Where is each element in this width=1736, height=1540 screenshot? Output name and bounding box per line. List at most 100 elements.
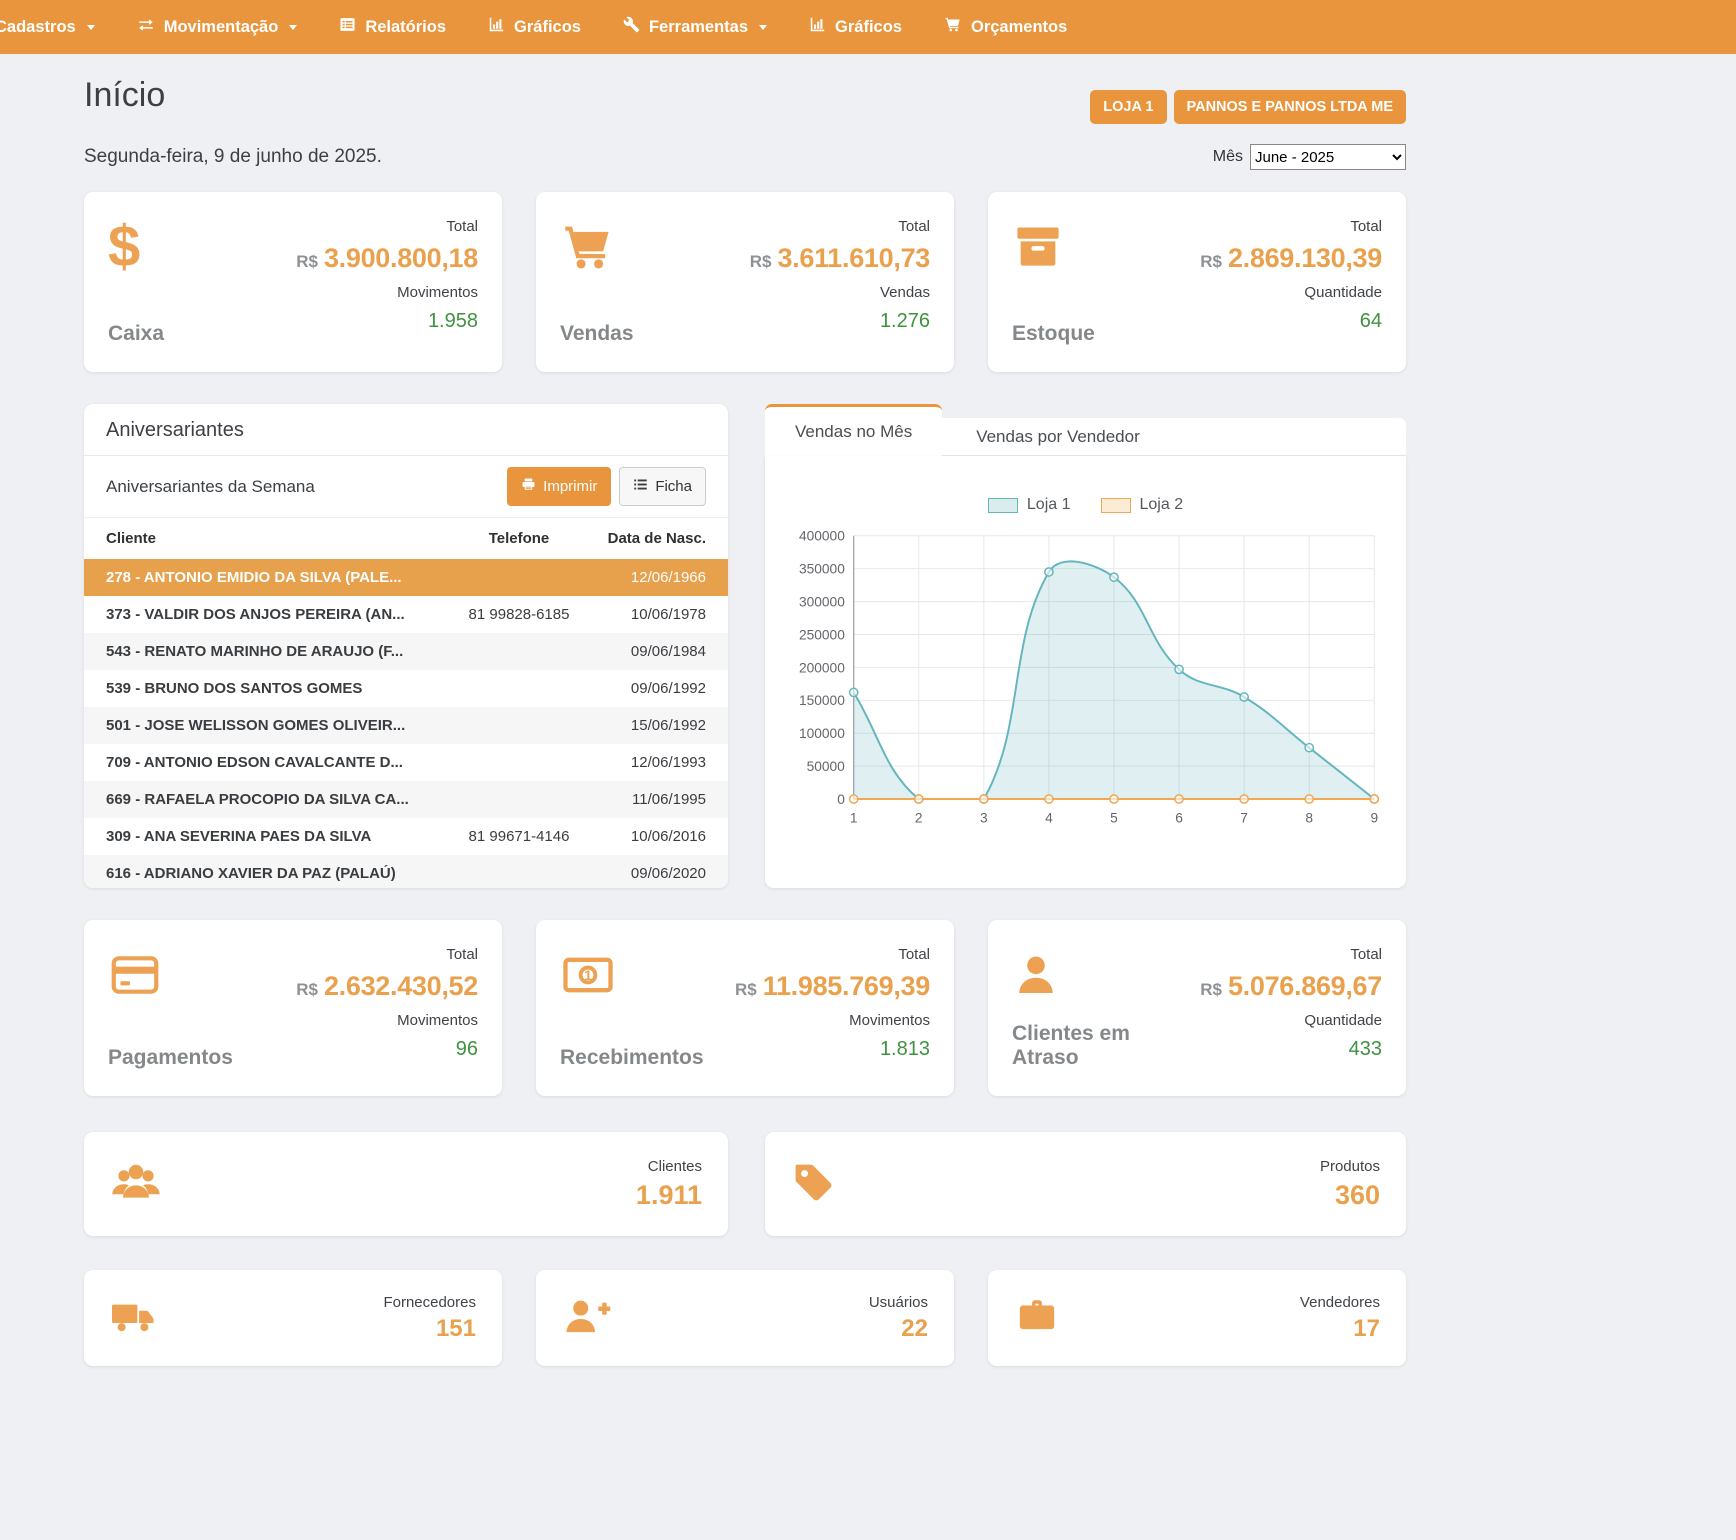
company-button[interactable]: PANNOS E PANNOS LTDA ME [1174,90,1407,124]
clientes-atraso-count: 433 [1200,1038,1382,1061]
recebimentos-count: 1.813 [735,1038,930,1061]
row-nasc: 15/06/1992 [594,717,706,734]
nav-item-orcamentos[interactable]: Orçamentos [923,0,1088,54]
row-nasc: 11/06/1995 [594,791,706,808]
recebimentos-label: Recebimentos [560,1046,704,1070]
row-cliente: 309 - ANA SEVERINA PAES DA SILVA [106,828,444,845]
table-row[interactable]: 501 - JOSE WELISSON GOMES OLIVEIR... 15/… [84,707,728,744]
svg-text:100000: 100000 [799,726,845,741]
nav-label: Gráficos [514,18,581,37]
table-row[interactable]: 373 - VALDIR DOS ANJOS PEREIRA (AN... 81… [84,596,728,633]
vendas-total: 3.611.610,73 [777,243,930,273]
total-label: Total [1200,946,1382,963]
clientes-atraso-card: Clientes em Atraso Total R$5.076.869,67 … [988,920,1406,1096]
row-cliente: 709 - ANTONIO EDSON CAVALCANTE D... [106,754,444,771]
usuarios-card: Usuários 22 [536,1270,954,1366]
nav-item-cadastros[interactable]: Cadastros [0,0,116,54]
clientes-atraso-total: 5.076.869,67 [1228,971,1382,1001]
vendas-label: Vendas [560,322,634,346]
imprimir-button[interactable]: Imprimir [507,467,611,506]
total-label: Total [296,218,478,235]
month-select[interactable]: June - 2025 [1250,144,1406,170]
svg-text:200000: 200000 [799,660,845,675]
ficha-button[interactable]: Ficha [619,467,706,506]
fornecedores-label: Fornecedores [383,1294,476,1311]
estoque-count: 64 [1200,310,1382,333]
recebimentos-card: 1 Recebimentos Total R$11.985.769,39 Mov… [536,920,954,1096]
table-row[interactable]: 543 - RENATO MARINHO DE ARAUJO (F... 09/… [84,633,728,670]
nav-label: Relatórios [365,18,446,37]
nav-item-relatorios[interactable]: Relatórios [318,0,467,54]
caixa-total: 3.900.800,18 [324,243,478,273]
svg-text:7: 7 [1240,811,1248,826]
store-button[interactable]: LOJA 1 [1090,90,1166,124]
caixa-label: Caixa [108,322,164,346]
report-icon [339,16,356,38]
svg-text:150000: 150000 [799,693,845,708]
usuarios-count: 22 [869,1315,928,1343]
produtos-label: Produtos [1320,1158,1380,1175]
svg-text:3: 3 [980,811,988,826]
estoque-label: Estoque [1012,322,1095,346]
table-row[interactable]: 669 - RAFAELA PROCOPIO DA SILVA CA... 11… [84,781,728,818]
currency-prefix: R$ [1200,252,1222,271]
tag-icon [791,1160,835,1209]
row-nasc: 09/06/1992 [594,680,706,697]
nav-item-movimentacao[interactable]: Movimentação [116,0,319,54]
legend-item[interactable]: Loja 2 [1101,496,1184,514]
clientes-count: 1.911 [636,1180,702,1211]
svg-text:8: 8 [1305,811,1313,826]
row-cliente: 669 - RAFAELA PROCOPIO DA SILVA CA... [106,791,444,808]
caixa-card: $ Caixa Total R$3.900.800,18 Movimentos … [84,192,502,372]
row-cliente: 539 - BRUNO DOS SANTOS GOMES [106,680,444,697]
caret-down-icon [87,25,95,30]
nav-label: Ferramentas [649,18,748,37]
row-cliente: 543 - RENATO MARINHO DE ARAUJO (F... [106,643,444,660]
cart-icon [560,218,634,276]
vendas-count: 1.276 [750,310,930,333]
nav-item-ferramentas[interactable]: Ferramentas [602,0,788,54]
cart-icon [944,16,962,38]
svg-text:1: 1 [850,811,858,826]
money-bill-icon: 1 [560,946,704,1004]
total-label: Total [735,946,930,963]
printer-icon [521,477,536,496]
archive-box-icon [1012,218,1095,276]
aniversariantes-panel: Aniversariantes Aniversariantes da Seman… [84,404,728,888]
currency-prefix: R$ [750,252,772,271]
pagamentos-count: 96 [296,1038,478,1061]
legend-item[interactable]: Loja 1 [988,496,1071,514]
fornecedores-card: Fornecedores 151 [84,1270,502,1366]
vendedores-count: 17 [1300,1315,1380,1343]
table-row[interactable]: 616 - ADRIANO XAVIER DA PAZ (PALAÚ) 09/0… [84,855,728,888]
nav-item-graficos-2[interactable]: Gráficos [788,0,923,54]
vendedores-card: Vendedores 17 [988,1270,1406,1366]
row-cliente: 616 - ADRIANO XAVIER DA PAZ (PALAÚ) [106,865,444,882]
clientes-card: Clientes 1.911 [84,1132,728,1236]
total-label: Total [750,218,930,235]
tab-vendas-por-vendedor[interactable]: Vendas por Vendedor [942,418,1174,456]
aniversariantes-subtitle: Aniversariantes da Semana [106,477,315,497]
produtos-count: 360 [1320,1180,1380,1211]
total-label: Total [296,946,478,963]
user-plus-icon [562,1294,612,1343]
table-row[interactable]: 709 - ANTONIO EDSON CAVALCANTE D... 12/0… [84,744,728,781]
top-navbar: Cadastros Movimentação Relatórios Gráfic… [0,0,1736,54]
tab-vendas-no-mes[interactable]: Vendas no Mês [765,404,942,456]
svg-text:300000: 300000 [799,595,845,610]
recebimentos-sub-label: Movimentos [735,1012,930,1029]
table-row[interactable]: 309 - ANA SEVERINA PAES DA SILVA 81 9967… [84,818,728,855]
credit-card-icon [108,946,233,1004]
nav-item-graficos[interactable]: Gráficos [467,0,602,54]
month-label: Mês [1213,148,1243,166]
table-row[interactable]: 278 - ANTONIO EMIDIO DA SILVA (PALE... 1… [84,559,728,596]
clientes-atraso-sub-label: Quantidade [1200,1012,1382,1029]
svg-text:2: 2 [915,811,923,826]
svg-text:9: 9 [1370,811,1378,826]
produtos-card: Produtos 360 [765,1132,1406,1236]
svg-text:350000: 350000 [799,562,845,577]
nav-label: Orçamentos [971,18,1067,37]
svg-text:0: 0 [837,792,845,807]
users-icon [110,1159,162,1210]
table-row[interactable]: 539 - BRUNO DOS SANTOS GOMES 09/06/1992 [84,670,728,707]
